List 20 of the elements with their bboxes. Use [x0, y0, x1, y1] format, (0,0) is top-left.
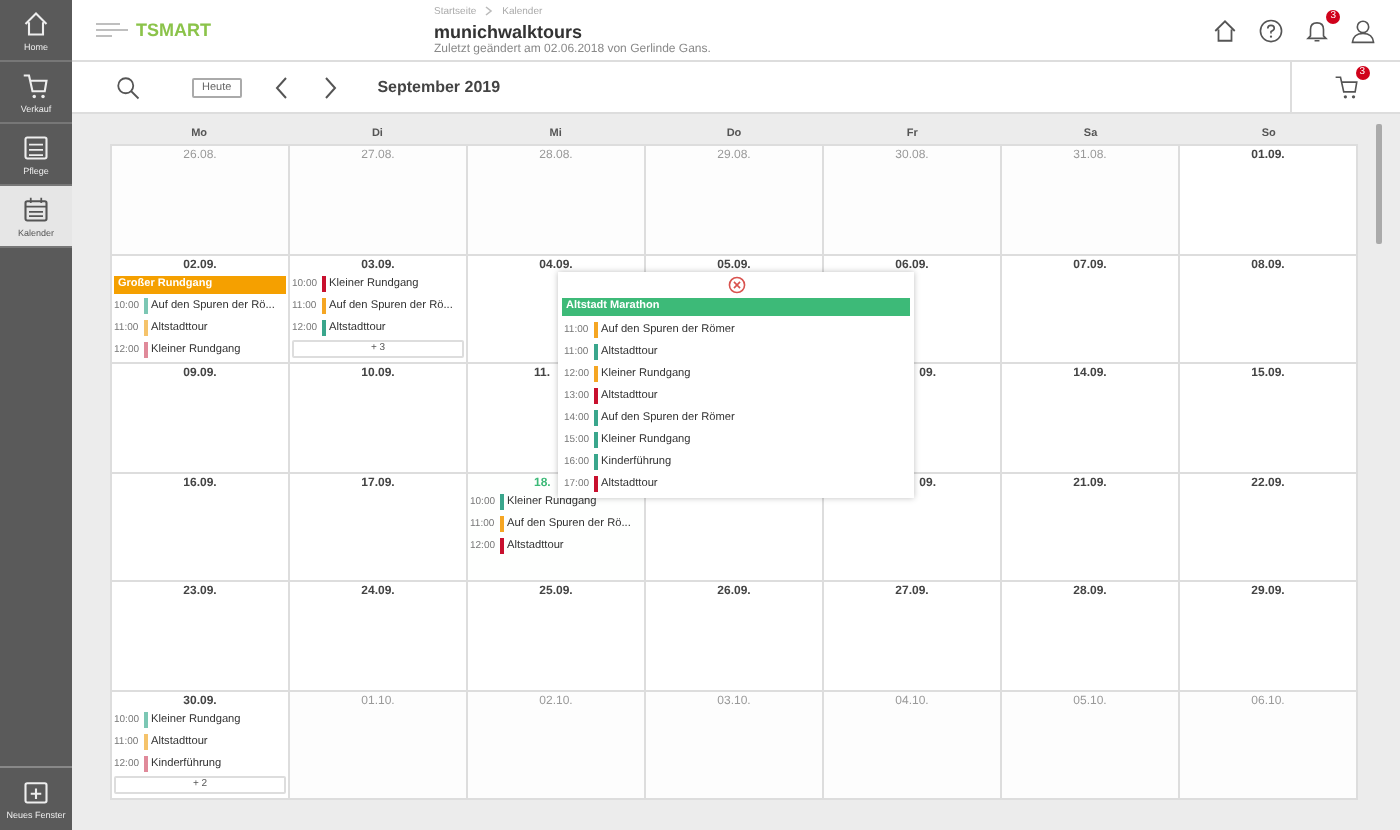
- cart-icon[interactable]: [1333, 74, 1359, 100]
- page-title: munichwalktours: [434, 21, 585, 41]
- logo: TSMART: [136, 20, 211, 40]
- month-title: September 2019: [377, 78, 501, 96]
- next-icon[interactable]: [321, 75, 338, 99]
- close-icon[interactable]: [727, 276, 745, 294]
- chevron-icon: [484, 6, 495, 16]
- search-icon[interactable]: [116, 75, 140, 99]
- calendar-icon: [22, 195, 50, 223]
- list-icon: [22, 133, 50, 161]
- home-icon[interactable]: [1212, 17, 1238, 43]
- home-icon: [22, 9, 50, 37]
- scrollbar[interactable]: [1376, 124, 1382, 244]
- add-window-icon: [22, 778, 50, 806]
- cart-icon: [22, 71, 50, 99]
- notification-icon[interactable]: [1304, 17, 1330, 43]
- help-icon[interactable]: [1258, 17, 1284, 43]
- user-icon[interactable]: [1350, 17, 1376, 43]
- logo-tagline-drawing: [96, 20, 132, 40]
- previous-icon[interactable]: [273, 75, 290, 99]
